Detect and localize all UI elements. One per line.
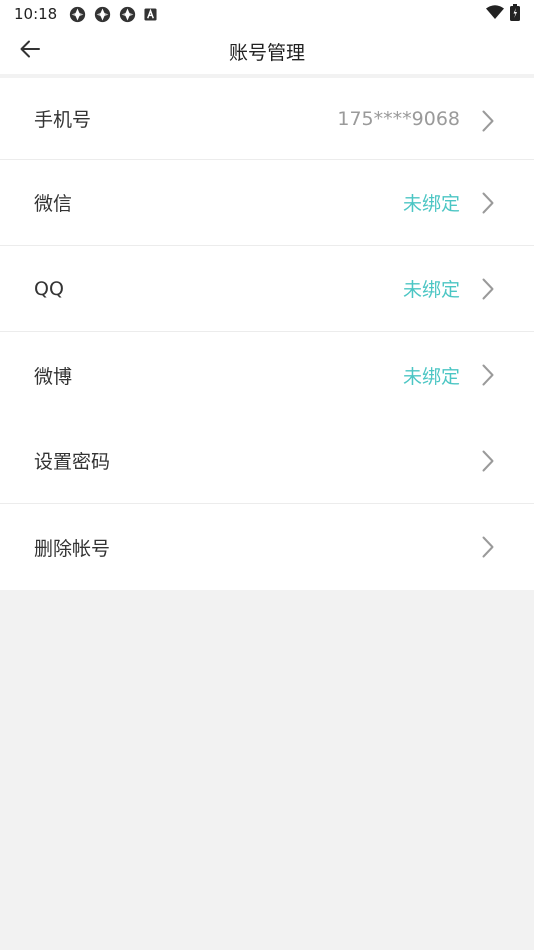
chevron-right-icon (478, 364, 498, 386)
aperture-icon (94, 6, 111, 23)
status-right-icons (486, 3, 520, 25)
chevron-right-icon (478, 192, 498, 214)
page-title: 账号管理 (228, 42, 305, 64)
wechat-status: 未绑定 (402, 193, 460, 215)
chevron-right-icon (478, 278, 498, 300)
qq-label: QQ (34, 277, 64, 300)
aperture-icon (69, 6, 86, 23)
qq-status: 未绑定 (402, 279, 460, 301)
weibo-label: 微博 (34, 365, 73, 388)
account-bindings-list: 手机号 175****9068 微信 未绑定 QQ 未绑定 微博 未绑定 (0, 78, 534, 418)
chevron-right-icon (478, 536, 498, 558)
chevron-right-icon (478, 110, 498, 132)
qq-row[interactable]: QQ 未绑定 (0, 246, 534, 332)
weibo-row[interactable]: 微博 未绑定 (0, 332, 534, 418)
battery-icon (510, 3, 520, 25)
set-password-row[interactable]: 设置密码 (0, 418, 534, 504)
security-list: 设置密码 删除帐号 (0, 418, 534, 590)
chevron-right-icon (478, 450, 498, 472)
phone-row[interactable]: 手机号 175****9068 (0, 78, 534, 160)
phone-label: 手机号 (34, 109, 92, 131)
delete-account-label: 删除帐号 (34, 537, 111, 560)
aperture-icon (119, 6, 136, 23)
app-bar: 账号管理 (0, 28, 534, 74)
status-time: 10:18 (14, 5, 58, 23)
wechat-label: 微信 (34, 193, 73, 215)
phone-value: 175****9068 (337, 107, 460, 130)
a-box-icon (144, 7, 157, 21)
status-bar: 10:18 (0, 0, 534, 28)
wechat-row[interactable]: 微信 未绑定 (0, 160, 534, 246)
wifi-icon (486, 4, 504, 24)
weibo-status: 未绑定 (402, 365, 460, 388)
set-password-label: 设置密码 (34, 451, 111, 473)
delete-account-row[interactable]: 删除帐号 (0, 504, 534, 590)
